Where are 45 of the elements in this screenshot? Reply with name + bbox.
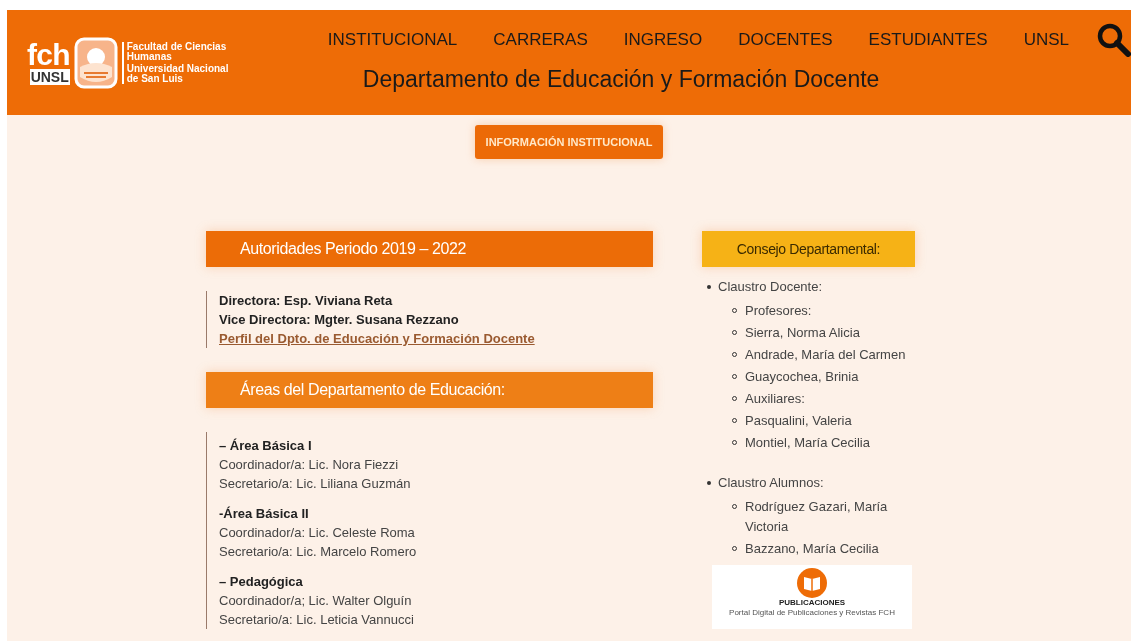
bullet-icon: [707, 285, 711, 289]
area-title: – Área Básica I: [219, 437, 313, 455]
council-member: Andrade, María del Carmen: [745, 346, 907, 364]
council-member: Pasqualini, Valeria: [745, 412, 853, 430]
council-group: Claustro Alumnos:: [718, 473, 824, 493]
section-heading: Autoridades Periodo 2019 – 2022: [206, 231, 653, 267]
council-member: Profesores:: [745, 302, 813, 320]
council-member: Montiel, María Cecilia: [745, 434, 871, 452]
profile-link[interactable]: Perfil del Dpto. de Educación y Formación Docente: [219, 329, 535, 348]
nav-link[interactable]: CARRERAS: [493, 27, 588, 53]
emblem-icon: [73, 36, 118, 89]
logo-mark: fch: [27, 40, 70, 69]
authority-line: Directora: Esp. Viviana Reta: [219, 292, 394, 310]
nav-link[interactable]: DOCENTES: [738, 27, 833, 53]
area-member: Secretario/a: Lic. Marcelo Romero: [219, 543, 418, 561]
nav-link[interactable]: ESTUDIANTES: [868, 27, 988, 53]
nav-link[interactable]: UNSL: [1023, 27, 1069, 53]
area-title: – Pedagógica: [219, 573, 304, 591]
university-name: Universidad Nacional de San Luis: [126, 63, 230, 84]
council-member: Guaycochea, Brinia: [745, 368, 860, 386]
area-member: Secretario/a: Lic. Leticia Vannucci: [219, 611, 415, 629]
council-member: Bazzano, María Cecilia: [745, 540, 880, 558]
council-member: Rodríguez Gazari, María Victoria: [745, 498, 889, 536]
banner-subtitle: Portal Digital de Publicaciones y Revistas FCH: [729, 608, 895, 618]
publications-banner[interactable]: PUBLICACIONES Portal Digital de Publicaciones y Revistas FCH: [712, 565, 912, 629]
book-icon: [797, 568, 827, 598]
section-heading: Áreas del Departamento de Educación:: [206, 372, 653, 408]
logo-mark: UNSL: [29, 68, 70, 85]
section-heading: Consejo Departamental:: [702, 231, 915, 267]
authority-line: Vice Directora: Mgter. Susana Rezzano: [219, 311, 460, 329]
faculty-name: Facultad de Ciencias Humanas: [126, 41, 228, 62]
area-member: Coordinador/a: Lic. Celeste Roma: [219, 524, 416, 542]
council-member: Sierra, Norma Alicia: [745, 324, 861, 342]
banner-title: PUBLICACIONES: [778, 598, 846, 608]
bullet-icon: [707, 481, 711, 485]
nav-link[interactable]: INGRESO: [623, 27, 703, 53]
council-member: Auxiliares:: [745, 390, 806, 408]
nav-link[interactable]: INSTITUCIONAL: [327, 27, 458, 53]
council-group: Claustro Docente:: [718, 277, 823, 297]
area-title: -Área Básica II: [219, 505, 310, 523]
page-title: Departamento de Educación y Formación Docente: [361, 65, 881, 94]
area-member: Coordinador/a; Lic. Walter Olguín: [219, 592, 413, 610]
area-member: Coordinador/a: Lic. Nora Fiezzi: [219, 456, 400, 474]
search-icon[interactable]: [1097, 23, 1131, 57]
area-member: Secretario/a: Lic. Liliana Guzmán: [219, 475, 412, 493]
